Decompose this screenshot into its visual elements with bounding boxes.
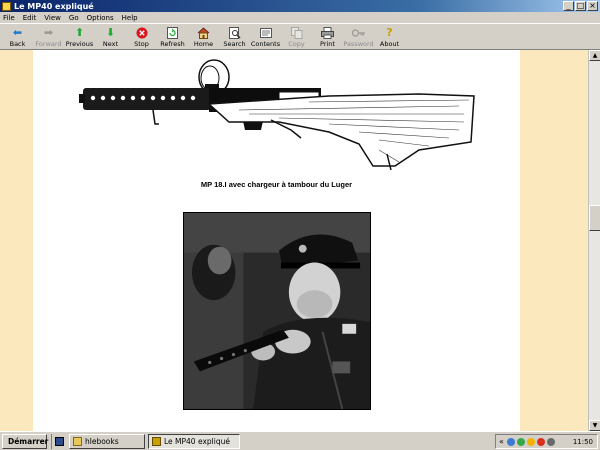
password-button[interactable]: Password — [343, 24, 374, 48]
search-icon — [228, 26, 242, 39]
task-hlebooks[interactable]: hlebooks — [69, 433, 145, 449]
page-body: MP 18.I avec chargeur à tambour du Luger — [33, 50, 520, 431]
forward-arrow-icon: ➡ — [43, 26, 54, 39]
task-mp40-label: Le MP40 expliqué — [164, 436, 230, 446]
window-controls: _ □ × — [563, 1, 598, 11]
scroll-up-button[interactable]: ▲ — [589, 50, 600, 61]
quick-launch — [51, 433, 67, 449]
print-icon — [321, 26, 335, 39]
window-title: Le MP40 expliqué — [14, 1, 94, 11]
next-button[interactable]: ⬇ Next — [95, 24, 126, 48]
menu-view[interactable]: View — [44, 14, 61, 22]
folder-icon — [73, 436, 82, 446]
back-arrow-icon: ⬅ — [12, 26, 23, 39]
menu-options[interactable]: Options — [87, 14, 114, 22]
previous-button[interactable]: ⬆ Previous — [64, 24, 95, 48]
close-button[interactable]: × — [587, 1, 598, 11]
content-area: MP 18.I avec chargeur à tambour du Luger — [0, 50, 588, 431]
volume-icon[interactable] — [546, 437, 555, 446]
menu-edit[interactable]: Edit — [23, 14, 37, 22]
title-bar: Le MP40 expliqué _ □ × — [0, 0, 600, 12]
contents-label: Contents — [250, 40, 281, 48]
about-button[interactable]: ? About — [374, 24, 405, 48]
forward-label: Forward — [35, 40, 62, 48]
task-hlebooks-label: hlebooks — [85, 436, 119, 446]
maximize-button[interactable]: □ — [575, 1, 586, 11]
app-icon — [2, 1, 11, 11]
home-icon — [197, 26, 211, 39]
menu-go[interactable]: Go — [69, 14, 79, 22]
next-label: Next — [102, 40, 119, 48]
toolbar: ⬅ Back ➡ Forward ⬆ Previous ⬇ Next Stop … — [0, 23, 600, 50]
key-icon — [351, 26, 366, 39]
menu-file[interactable]: File — [3, 14, 15, 22]
stop-label: Stop — [134, 40, 149, 48]
forward-button[interactable]: ➡ Forward — [33, 24, 64, 48]
security-icon[interactable] — [536, 437, 545, 446]
task-mp40[interactable]: Le MP40 expliqué — [148, 433, 240, 449]
messenger-icon[interactable] — [516, 437, 525, 446]
figure-caption: MP 18.I avec chargeur à tambour du Luger — [200, 180, 353, 189]
copy-label: Copy — [288, 40, 305, 48]
refresh-icon — [166, 26, 180, 39]
minimize-button[interactable]: _ — [563, 1, 574, 11]
start-button[interactable]: Démarrer — [2, 433, 49, 449]
refresh-button[interactable]: Refresh — [157, 24, 188, 48]
menu-bar: File Edit View Go Options Help — [0, 12, 600, 23]
back-button[interactable]: ⬅ Back — [2, 24, 33, 48]
vertical-scrollbar[interactable]: ▲ ▼ — [588, 50, 600, 431]
previous-label: Previous — [65, 40, 94, 48]
back-label: Back — [9, 40, 26, 48]
quick-launch-icon[interactable] — [55, 436, 64, 446]
clock: 11:50 — [572, 437, 593, 446]
network-icon[interactable] — [506, 437, 515, 446]
taskbar: Démarrer hlebooks Le MP40 expliqué « 11:… — [0, 431, 600, 450]
help-icon: ? — [386, 26, 393, 39]
password-label: Password — [343, 40, 374, 48]
start-label: Démarrer — [8, 436, 49, 446]
system-tray: « 11:50 — [495, 434, 598, 449]
scroll-thumb[interactable] — [589, 205, 600, 231]
about-label: About — [379, 40, 400, 48]
scroll-down-button[interactable]: ▼ — [589, 420, 600, 431]
refresh-label: Refresh — [160, 40, 185, 48]
search-button[interactable]: Search — [219, 24, 250, 48]
tray-expand-button[interactable]: « — [499, 437, 504, 446]
down-arrow-icon: ⬇ — [105, 26, 116, 39]
copy-icon — [290, 26, 304, 39]
stop-button[interactable]: Stop — [126, 24, 157, 48]
up-arrow-icon: ⬆ — [74, 26, 85, 39]
updates-icon[interactable] — [526, 437, 535, 446]
search-label: Search — [223, 40, 246, 48]
contents-icon — [259, 26, 273, 39]
print-label: Print — [320, 40, 335, 48]
menu-help[interactable]: Help — [122, 14, 138, 22]
book-icon — [152, 436, 161, 446]
copy-button[interactable]: Copy — [281, 24, 312, 48]
mp18-illustration — [79, 59, 475, 170]
soldier-photo — [183, 212, 371, 410]
contents-button[interactable]: Contents — [250, 24, 281, 48]
stop-icon — [135, 26, 149, 39]
windows-logo-icon — [5, 437, 6, 446]
home-label: Home — [193, 40, 214, 48]
home-button[interactable]: Home — [188, 24, 219, 48]
print-button[interactable]: Print — [312, 24, 343, 48]
